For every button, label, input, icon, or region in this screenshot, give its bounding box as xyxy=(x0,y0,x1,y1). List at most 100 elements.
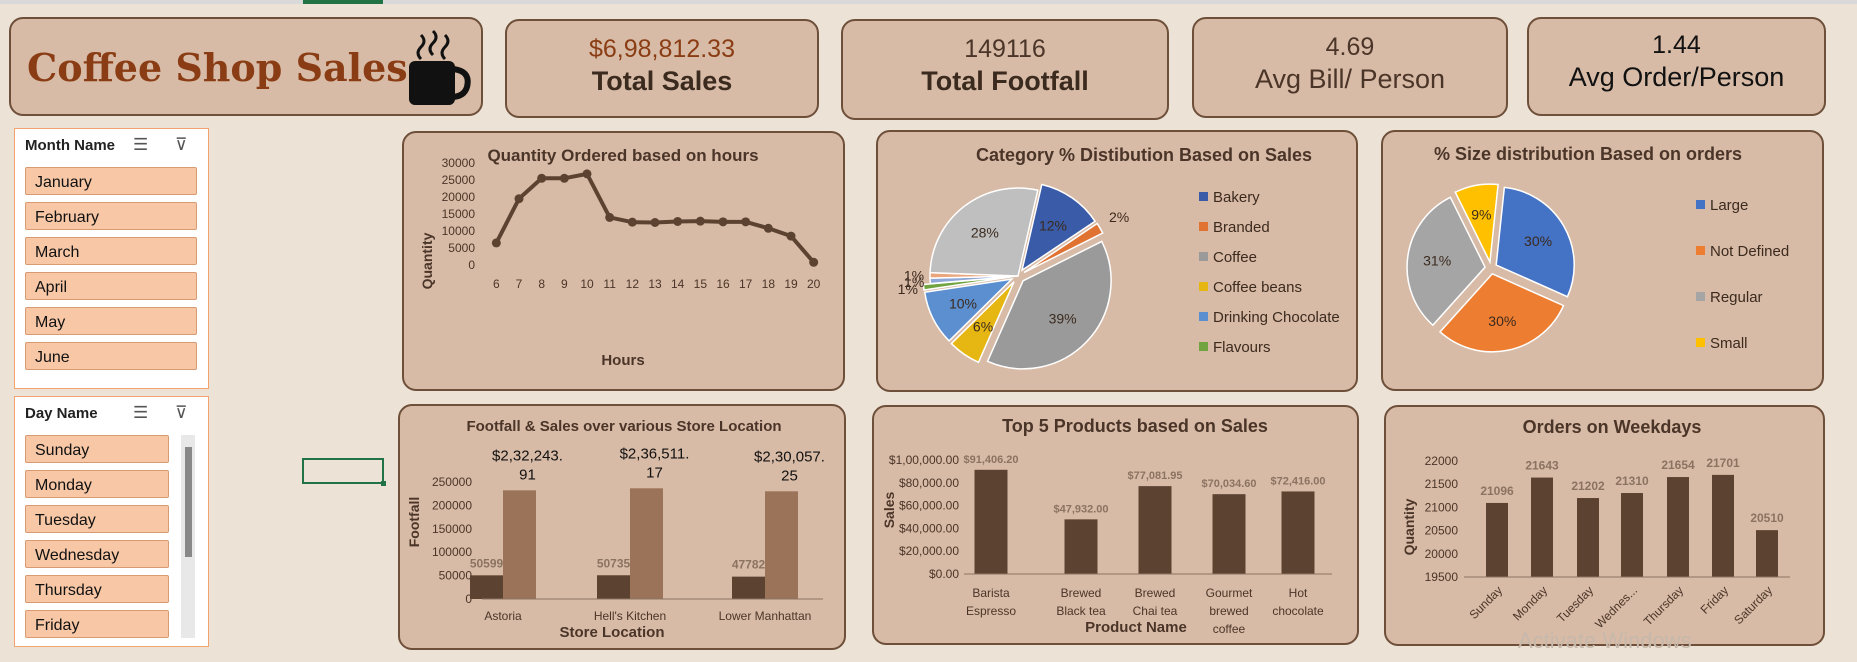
slicer-item-march[interactable]: March xyxy=(25,237,197,265)
slicer-item-thursday[interactable]: Thursday xyxy=(25,575,169,603)
slicer-item-may[interactable]: May xyxy=(25,307,197,335)
month-slicer-header: Month Name xyxy=(25,137,115,154)
data-label-sales: $2,30,057. xyxy=(754,448,825,465)
kpi-avg-order: 1.44 Avg Order/Person xyxy=(1527,17,1826,116)
x-tick-label: Thursday xyxy=(1641,583,1686,628)
bar-footfall xyxy=(597,575,630,599)
slicer-item-sunday[interactable]: Sunday xyxy=(25,435,169,463)
slicer-item-friday[interactable]: Friday xyxy=(25,610,169,638)
slicer-scrollbar-thumb[interactable] xyxy=(185,447,192,557)
x-tick-label: 17 xyxy=(739,277,753,291)
legend-swatch xyxy=(1199,312,1208,321)
kpi-label: Avg Order/Person xyxy=(1568,62,1785,92)
x-tick-label: Hell's Kitchen xyxy=(594,609,666,623)
y-tick-label: 19500 xyxy=(1425,570,1459,584)
selected-column-marker xyxy=(303,0,383,4)
data-label: 21202 xyxy=(1571,479,1605,493)
data-point xyxy=(650,218,660,227)
bar-footfall xyxy=(732,576,765,599)
kpi-value: 4.69 xyxy=(1325,33,1375,61)
column-header-strip xyxy=(0,0,1857,4)
multi-select-icon[interactable]: ☰ xyxy=(133,135,148,155)
x-tick-label: Brewed xyxy=(1135,586,1176,600)
y-tick-label: 100000 xyxy=(432,545,472,559)
legend-label: Regular xyxy=(1710,289,1763,306)
x-tick-label: Tuesday xyxy=(1554,583,1596,625)
x-tick-label: 9 xyxy=(561,277,568,291)
x-tick-label: Gourmet xyxy=(1206,586,1253,600)
chart-store: Footfall & Sales over various Store Loca… xyxy=(406,418,825,641)
data-label: 21310 xyxy=(1615,474,1649,488)
bar xyxy=(1712,474,1734,577)
slicer-item-january[interactable]: January xyxy=(25,167,197,195)
x-tick-label: Astoria xyxy=(484,609,522,623)
y-tick-label: 30000 xyxy=(442,156,476,170)
data-point xyxy=(582,169,592,179)
data-label: $91,406.20 xyxy=(963,454,1018,466)
legend-swatch xyxy=(1199,282,1208,291)
bar xyxy=(1621,493,1643,577)
slicer-item-wednesday[interactable]: Wednesday xyxy=(25,540,169,568)
data-label: 21654 xyxy=(1661,458,1695,472)
clear-filter-icon[interactable]: ⊽ xyxy=(175,403,187,423)
y-tick-label: 22000 xyxy=(1425,454,1459,468)
chart-title: Quantity Ordered based on hours xyxy=(487,146,758,165)
data-label: $77,081.95 xyxy=(1127,470,1182,482)
kpi-total-footfall: 149116 Total Footfall xyxy=(841,19,1169,120)
y-tick-label: $60,000.00 xyxy=(899,499,959,513)
data-label-sales: 17 xyxy=(646,464,663,481)
y-tick-label: 10000 xyxy=(442,224,476,238)
pie-data-label: 10% xyxy=(949,296,977,312)
x-tick-label: 15 xyxy=(694,277,708,291)
y-axis-title: Footfall xyxy=(406,497,422,548)
x-tick-label: Saturday xyxy=(1731,583,1775,627)
bar xyxy=(1667,477,1689,577)
data-point xyxy=(537,173,547,183)
y-tick-label: $0.00 xyxy=(929,567,959,581)
slicer-item-june[interactable]: June xyxy=(25,342,197,370)
chart-size: % Size distribution Based on orders 30% 30… xyxy=(1406,144,1789,353)
bar xyxy=(1281,491,1315,574)
x-tick-label: brewed xyxy=(1209,604,1248,618)
legend-swatch xyxy=(1696,292,1705,301)
data-label-sales: 91 xyxy=(519,466,536,483)
slicer-item-tuesday[interactable]: Tuesday xyxy=(25,505,169,533)
legend-swatch xyxy=(1199,222,1208,231)
data-point xyxy=(809,257,819,267)
pie-data-label: 1% xyxy=(904,267,924,283)
x-tick-label: Hot xyxy=(1289,586,1308,600)
legend-swatch xyxy=(1696,246,1705,255)
slicer-item-april[interactable]: April xyxy=(25,272,197,300)
slicer-scrollbar[interactable] xyxy=(181,435,195,638)
data-point xyxy=(786,231,796,241)
kpi-label: Total Sales xyxy=(591,66,733,96)
dashboard-title: Coffee Shop Sales xyxy=(27,45,408,90)
y-axis-title: Quantity xyxy=(419,232,435,289)
x-tick-label: 7 xyxy=(516,277,523,291)
slicer-item-monday[interactable]: Monday xyxy=(25,470,169,498)
chart-title: Footfall & Sales over various Store Loca… xyxy=(466,418,781,435)
multi-select-icon[interactable]: ☰ xyxy=(133,403,148,423)
chart-title: % Size distribution Based on orders xyxy=(1434,144,1742,164)
data-point xyxy=(559,173,569,183)
bar-sales xyxy=(630,488,663,599)
chart-hours: Quantity Ordered based on hours 0 5000 1000… xyxy=(419,146,821,369)
legend-label: Drinking Chocolate xyxy=(1213,309,1340,326)
kpi-label: Total Footfall xyxy=(921,66,1089,96)
data-point xyxy=(627,217,637,227)
y-axis-title: Sales xyxy=(881,491,897,528)
chart-weekdays: Orders on Weekdays 19500 20000 20500 21000 21… xyxy=(1401,417,1790,631)
y-tick-label: $1,00,000.00 xyxy=(889,453,959,467)
data-point xyxy=(741,217,751,227)
data-point xyxy=(491,238,501,248)
data-label-footfall: 50735 xyxy=(597,556,631,570)
data-point xyxy=(605,212,615,222)
active-cell[interactable] xyxy=(302,458,386,486)
clear-filter-icon[interactable]: ⊽ xyxy=(175,135,187,155)
data-label: $47,932.00 xyxy=(1053,503,1108,515)
bar xyxy=(1064,519,1098,574)
fill-handle[interactable] xyxy=(381,481,386,486)
slicer-item-february[interactable]: February xyxy=(25,202,197,230)
data-point xyxy=(673,216,683,226)
bar xyxy=(1531,477,1553,577)
